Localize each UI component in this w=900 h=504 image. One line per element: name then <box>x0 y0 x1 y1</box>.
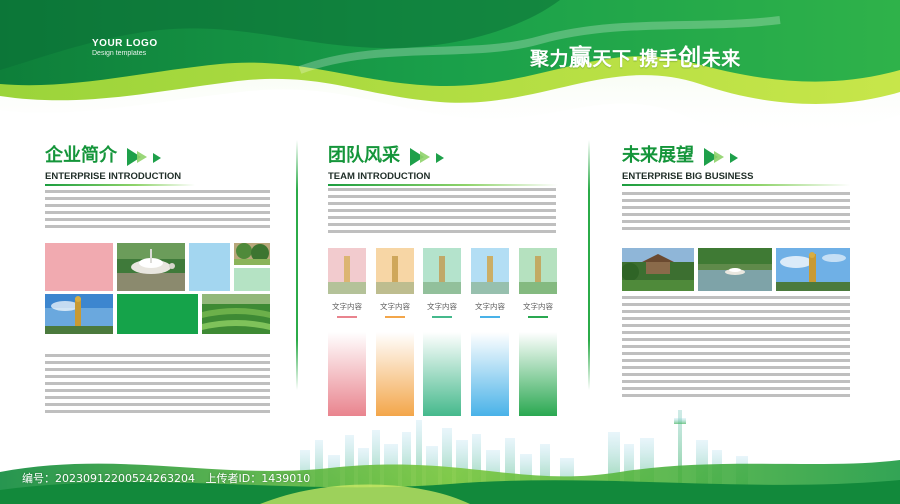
watermark-id-value: 20230912200524263204 <box>55 472 195 485</box>
photo-lake-fountain <box>698 248 772 291</box>
section-underline <box>622 184 850 186</box>
photo-pavilion <box>622 248 694 291</box>
watermark: 编号：20230912200524263204 上传者ID：1439010 <box>22 470 310 486</box>
text-placeholder-block <box>45 354 270 417</box>
logo: YOUR LOGO Design templates <box>92 38 158 57</box>
logo-subtitle: Design templates <box>92 50 147 57</box>
section-subtitle-en: TEAM INTRODUCTION <box>328 171 431 182</box>
team-photo-3 <box>423 248 461 294</box>
triangle-arrows-icon <box>704 148 738 166</box>
team-underline-4 <box>480 316 500 318</box>
watermark-uploader-value: 1439010 <box>261 472 311 485</box>
team-underline-3 <box>432 316 452 318</box>
color-block-pink <box>45 243 113 291</box>
column-divider-left <box>296 140 298 390</box>
team-card-5 <box>519 332 557 416</box>
watermark-id-label: 编号： <box>22 472 55 485</box>
team-card-4 <box>471 332 509 416</box>
photo-golden-statue <box>45 294 113 334</box>
team-underline-2 <box>385 316 405 318</box>
section-title-zh: 企业简介 <box>45 145 117 166</box>
column-divider-right <box>588 140 590 390</box>
team-label-1: 文字内容 <box>332 302 362 311</box>
team-photo-4 <box>471 248 509 294</box>
section-underline <box>328 184 558 186</box>
slogan-part-1: 聚力 <box>530 48 570 70</box>
header-wave-banner <box>0 0 900 139</box>
team-card-3 <box>423 332 461 416</box>
team-label-2: 文字内容 <box>380 302 410 311</box>
slogan-part-3: 未来 <box>701 48 741 70</box>
team-underline-1 <box>337 316 357 318</box>
cityscape-footer <box>0 410 900 504</box>
triangle-arrows-icon <box>410 148 444 166</box>
team-label-3: 文字内容 <box>427 302 457 311</box>
text-placeholder-block <box>622 192 850 234</box>
slogan-big-1: 赢 <box>569 45 593 71</box>
team-card-1 <box>328 332 366 416</box>
team-label-4: 文字内容 <box>475 302 505 311</box>
section-underline <box>45 184 195 186</box>
triangle-arrows-icon <box>127 148 161 166</box>
team-photo-2 <box>376 248 414 294</box>
team-card-2 <box>376 332 414 416</box>
color-block-mint <box>234 268 270 291</box>
team-photo-5 <box>519 248 557 294</box>
section-title-zh: 团队风采 <box>328 145 400 166</box>
text-placeholder-block <box>622 296 850 401</box>
slogan: 聚力赢天下·携手创未来 <box>530 38 741 72</box>
section-title-zh: 未来展望 <box>622 145 694 166</box>
section-subtitle-en: ENTERPRISE INTRODUCTION <box>45 171 182 182</box>
section-title-big-business: 未来展望 ENTERPRISE BIG BUSINESS <box>622 146 850 186</box>
section-subtitle-en: ENTERPRISE BIG BUSINESS <box>622 171 754 182</box>
team-photo-1 <box>328 248 366 294</box>
color-block-sky <box>189 243 230 291</box>
logo-title: YOUR LOGO <box>92 38 158 49</box>
color-block-green <box>117 294 198 334</box>
team-label-5: 文字内容 <box>523 302 553 311</box>
text-placeholder-block <box>328 188 556 237</box>
watermark-uploader-label: 上传者ID： <box>205 472 262 485</box>
photo-statue-sky <box>776 248 850 291</box>
section-title-enterprise-intro: 企业简介 ENTERPRISE INTRODUCTION <box>45 146 195 186</box>
section-title-team-intro: 团队风采 TEAM INTRODUCTION <box>328 146 558 186</box>
text-placeholder-block <box>45 190 270 232</box>
slogan-big-2: 创 <box>678 45 702 71</box>
team-underline-5 <box>528 316 548 318</box>
photo-turtle-statue <box>117 243 185 291</box>
photo-tea-garden <box>202 294 270 334</box>
photo-garden <box>234 243 270 265</box>
slogan-part-2: 天下·携手 <box>592 48 679 70</box>
